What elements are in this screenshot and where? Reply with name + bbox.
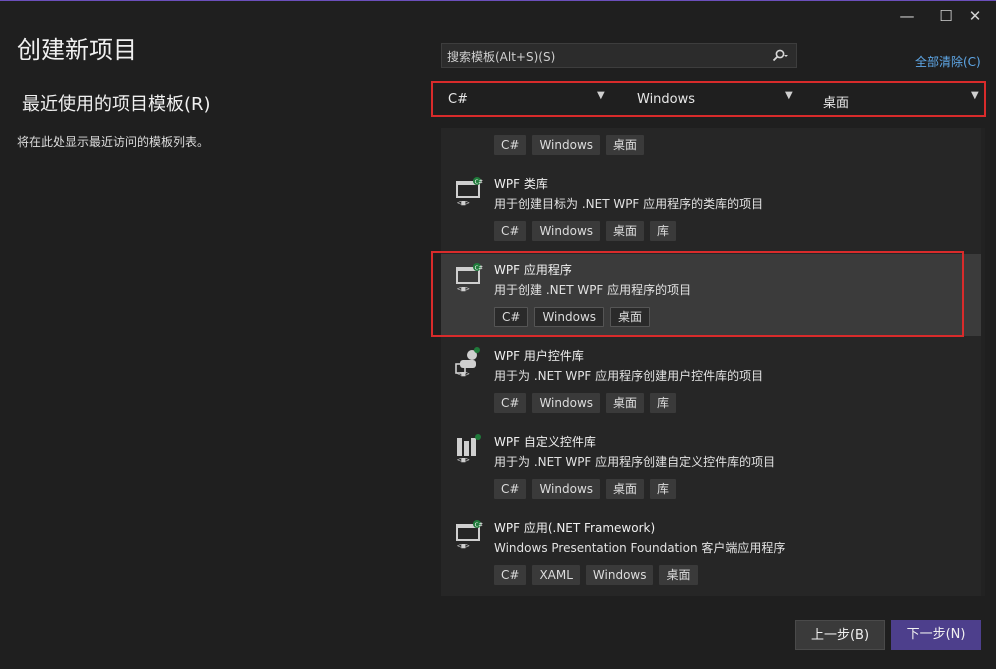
tag: 桌面 [659, 565, 698, 585]
template-name: WPF 应用程序 [494, 263, 572, 277]
svg-text:C#: C# [475, 265, 484, 271]
tag: Windows [532, 221, 601, 241]
template-name: WPF 自定义控件库 [494, 435, 596, 449]
search-placeholder: 搜索模板(Alt+S)(S) [447, 50, 556, 64]
svg-text:C#: C# [475, 179, 484, 185]
next-button[interactable]: 下一步(N) [891, 620, 981, 650]
chevron-down-icon: ▼ [785, 90, 793, 101]
tag: C# [494, 479, 527, 499]
window-top-border [0, 0, 996, 1]
template-item-wpf-user-control-library[interactable]: <■> WPF 用户控件库 用于为 .NET WPF 应用程序创建用户控件库的项… [441, 340, 961, 426]
template-name: WPF 类库 [494, 177, 548, 191]
tag: Windows [532, 393, 601, 413]
template-item-partial[interactable]: C# Windows 桌面 [441, 128, 961, 168]
tag: XAML [532, 565, 580, 585]
template-item-wpf-application[interactable]: C# <■> WPF 应用程序 用于创建 .NET WPF 应用程序的项目 C#… [441, 254, 961, 336]
wpf-window-icon: C# <■> [454, 519, 484, 550]
template-item-wpf-app-net-framework[interactable]: C# <■> WPF 应用(.NET Framework) Windows Pr… [441, 512, 961, 596]
search-icon[interactable] [771, 47, 789, 65]
template-description: Windows Presentation Foundation 客户端应用程序 [494, 541, 786, 555]
template-name: WPF 应用(.NET Framework) [494, 521, 656, 535]
svg-text:<■>: <■> [457, 542, 470, 549]
tag: 库 [650, 221, 677, 241]
svg-text:<■>: <■> [457, 456, 470, 463]
tag: 桌面 [606, 135, 645, 155]
template-description: 用于创建 .NET WPF 应用程序的项目 [494, 283, 692, 297]
tag: C# [494, 307, 529, 327]
chevron-down-icon: ▼ [597, 90, 605, 101]
template-list: C# Windows 桌面 C# <■> WPF 类库 用于创建目标为 .NET… [441, 128, 981, 596]
template-list-scrollbar[interactable] [981, 128, 985, 596]
tag: Windows [532, 479, 601, 499]
language-filter-value: C# [448, 92, 468, 107]
svg-text:<■>: <■> [457, 199, 470, 206]
page-title: 创建新项目 [17, 36, 137, 64]
template-description: 用于为 .NET WPF 应用程序创建自定义控件库的项目 [494, 455, 776, 469]
template-description: 用于为 .NET WPF 应用程序创建用户控件库的项目 [494, 369, 764, 383]
minimize-button[interactable]: — [892, 6, 922, 26]
clear-all-link[interactable]: 全部清除(C) [915, 53, 981, 70]
filter-bar: C# ▼ Windows ▼ 桌面 ▼ [431, 81, 986, 117]
back-button[interactable]: 上一步(B) [795, 620, 885, 650]
tag: Windows [532, 135, 601, 155]
tag: 桌面 [606, 479, 645, 499]
close-button[interactable]: ✕ [960, 6, 990, 26]
template-item-wpf-custom-control-library[interactable]: <■> WPF 自定义控件库 用于为 .NET WPF 应用程序创建自定义控件库… [441, 426, 961, 512]
tag-list: C# Windows 桌面 库 [494, 479, 677, 499]
platform-filter-dropdown[interactable]: Windows ▼ [623, 83, 798, 115]
wpf-custom-control-icon: <■> [454, 433, 484, 464]
chevron-down-icon: ▼ [971, 90, 979, 101]
project-type-filter-dropdown[interactable]: 桌面 ▼ [808, 83, 983, 115]
tag: 库 [650, 393, 677, 413]
tag: Windows [585, 565, 654, 585]
recent-templates-empty-text: 将在此处显示最近访问的模板列表。 [17, 135, 210, 149]
search-input[interactable]: 搜索模板(Alt+S)(S) [441, 43, 797, 68]
tag: 桌面 [606, 393, 645, 413]
wpf-window-icon: C# <■> [454, 176, 484, 207]
tag: C# [494, 393, 527, 413]
svg-text:C#: C# [475, 522, 484, 528]
svg-text:<■>: <■> [457, 370, 470, 377]
tag-list: C# Windows 桌面 [494, 307, 651, 327]
tag-list: C# Windows 桌面 [494, 135, 645, 155]
maximize-button[interactable]: ☐ [931, 6, 961, 26]
tag: C# [494, 221, 527, 241]
wpf-user-control-icon: <■> [454, 347, 484, 378]
tag-list: C# Windows 桌面 库 [494, 393, 677, 413]
tag-list: C# Windows 桌面 库 [494, 221, 677, 241]
tag: C# [494, 565, 527, 585]
svg-text:<■>: <■> [457, 285, 470, 292]
template-name: WPF 用户控件库 [494, 349, 584, 363]
template-description: 用于创建目标为 .NET WPF 应用程序的类库的项目 [494, 197, 764, 211]
language-filter-dropdown[interactable]: C# ▼ [433, 83, 613, 115]
tag: 库 [650, 479, 677, 499]
wpf-window-icon: C# <■> [454, 262, 484, 293]
tag: 桌面 [606, 221, 645, 241]
tag: C# [494, 135, 527, 155]
project-type-filter-value: 桌面 [823, 96, 850, 111]
platform-filter-value: Windows [637, 92, 696, 107]
tag: 桌面 [610, 307, 651, 327]
template-item-wpf-class-library[interactable]: C# <■> WPF 类库 用于创建目标为 .NET WPF 应用程序的类库的项… [441, 168, 961, 254]
recent-templates-heading: 最近使用的项目模板(R) [22, 94, 211, 115]
tag-list: C# XAML Windows 桌面 [494, 565, 698, 585]
tag: Windows [534, 307, 605, 327]
